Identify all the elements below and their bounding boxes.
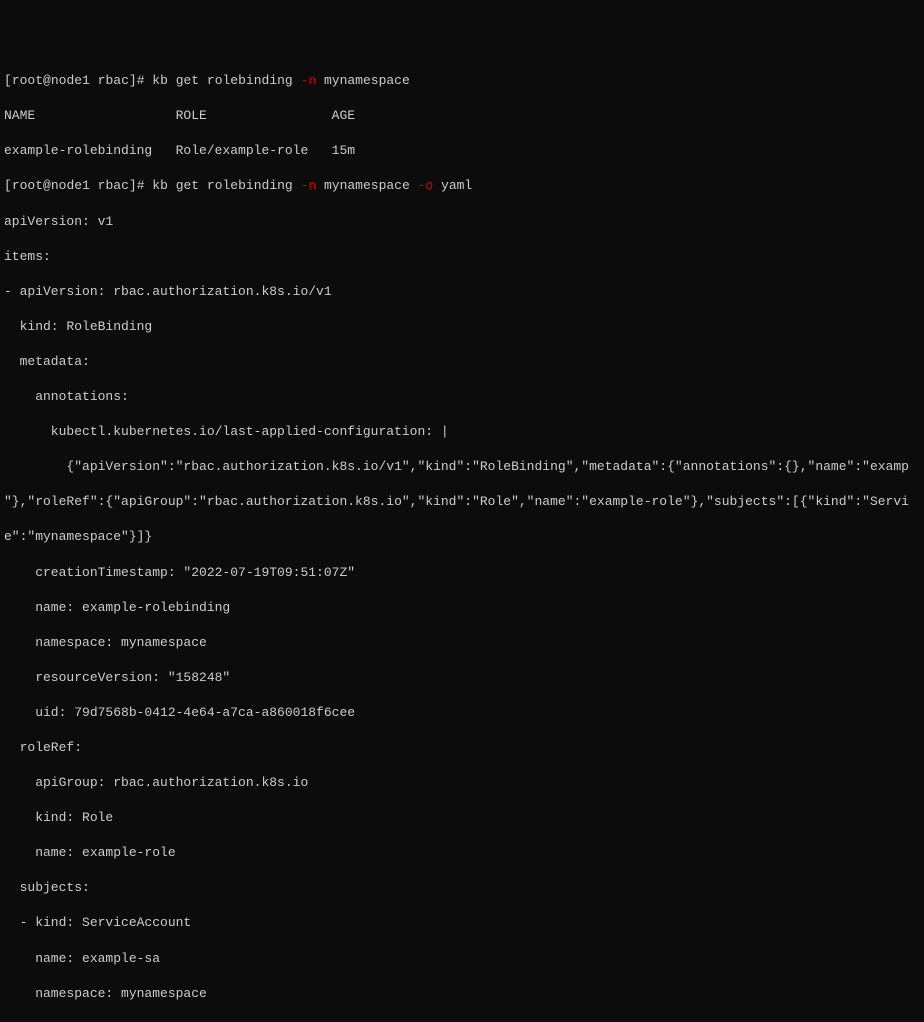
- yaml-line: subjects:: [4, 879, 920, 897]
- command-1: kb get rolebinding: [152, 73, 292, 88]
- yaml-line: apiVersion: v1: [4, 213, 920, 231]
- yaml-line: metadata:: [4, 353, 920, 371]
- yaml-line: name: example-role: [4, 844, 920, 862]
- flag-n-1: -n: [301, 73, 317, 88]
- namespace-1: mynamespace: [324, 73, 410, 88]
- yaml-line: namespace: mynamespace: [4, 634, 920, 652]
- yaml-line: apiGroup: rbac.authorization.k8s.io: [4, 774, 920, 792]
- yaml-line: {"apiVersion":"rbac.authorization.k8s.io…: [4, 458, 920, 476]
- yaml-line: resourceVersion: "158248": [4, 669, 920, 687]
- command-2: kb get rolebinding: [152, 178, 292, 193]
- yaml-line: roleRef:: [4, 739, 920, 757]
- yaml-line: creationTimestamp: "2022-07-19T09:51:07Z…: [4, 564, 920, 582]
- yaml-line: annotations:: [4, 388, 920, 406]
- yaml-line: "},"roleRef":{"apiGroup":"rbac.authoriza…: [4, 493, 920, 511]
- prompt-path: rbac: [98, 73, 129, 88]
- table-header: NAME ROLE AGE: [4, 107, 920, 125]
- yaml-line: e":"mynamespace"}]}: [4, 528, 920, 546]
- yaml-line: - apiVersion: rbac.authorization.k8s.io/…: [4, 283, 920, 301]
- yaml-line: namespace: mynamespace: [4, 985, 920, 1003]
- yaml-line: kind: RoleBinding: [4, 318, 920, 336]
- yaml-line: uid: 79d7568b-0412-4e64-a7ca-a860018f6ce…: [4, 704, 920, 722]
- output-format: yaml: [441, 178, 472, 193]
- yaml-line: name: example-sa: [4, 950, 920, 968]
- prompt-line-1[interactable]: [root@node1 rbac]# kb get rolebinding -n…: [4, 72, 920, 90]
- yaml-line: items:: [4, 248, 920, 266]
- prompt-line-2[interactable]: [root@node1 rbac]# kb get rolebinding -n…: [4, 177, 920, 195]
- yaml-line: kubectl.kubernetes.io/last-applied-confi…: [4, 423, 920, 441]
- flag-o: -o: [418, 178, 434, 193]
- table-row: example-rolebinding Role/example-role 15…: [4, 142, 920, 160]
- yaml-line: name: example-rolebinding: [4, 599, 920, 617]
- yaml-line: kind: Role: [4, 809, 920, 827]
- prompt-host: node1: [51, 73, 90, 88]
- yaml-line: - kind: ServiceAccount: [4, 914, 920, 932]
- prompt-user: root: [12, 73, 43, 88]
- namespace-2: mynamespace: [324, 178, 410, 193]
- flag-n-2: -n: [301, 178, 317, 193]
- yaml-line: kind: List: [4, 1020, 920, 1022]
